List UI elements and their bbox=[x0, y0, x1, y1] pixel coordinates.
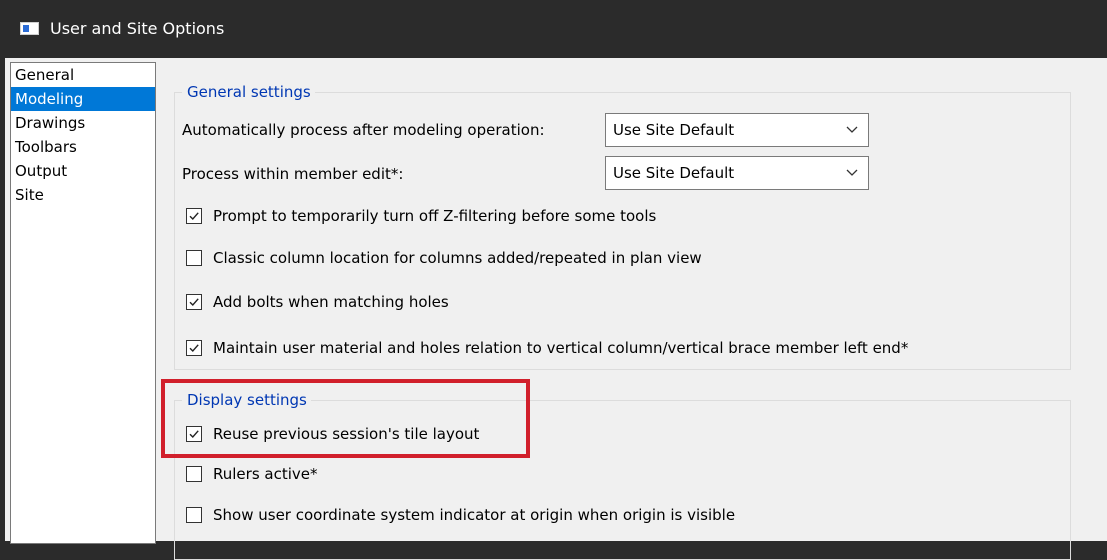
nav-item-site[interactable]: Site bbox=[11, 183, 155, 207]
checkmark-icon bbox=[189, 212, 199, 221]
auto-process-label: Automatically process after modeling ope… bbox=[182, 121, 545, 139]
category-list[interactable]: General Modeling Drawings Toolbars Outpu… bbox=[10, 62, 156, 544]
app-window-icon bbox=[20, 22, 39, 35]
rulers-active-label: Rulers active* bbox=[213, 465, 318, 483]
chevron-down-icon bbox=[846, 169, 858, 176]
nav-item-drawings[interactable]: Drawings bbox=[11, 111, 155, 135]
nav-item-modeling[interactable]: Modeling bbox=[11, 87, 155, 111]
prompt-z-filtering-label: Prompt to temporarily turn off Z-filteri… bbox=[213, 207, 657, 225]
title-bar[interactable]: User and Site Options bbox=[5, 0, 1107, 58]
nav-item-toolbars[interactable]: Toolbars bbox=[11, 135, 155, 159]
add-bolts-label: Add bolts when matching holes bbox=[213, 293, 449, 311]
prompt-z-filtering-checkbox[interactable] bbox=[186, 208, 202, 224]
general-settings-title: General settings bbox=[182, 81, 315, 103]
auto-process-value: Use Site Default bbox=[613, 121, 735, 139]
add-bolts-checkbox[interactable] bbox=[186, 294, 202, 310]
show-ucs-indicator-checkbox[interactable] bbox=[186, 507, 202, 523]
maintain-user-material-label: Maintain user material and holes relatio… bbox=[213, 339, 909, 357]
auto-process-select[interactable]: Use Site Default bbox=[605, 113, 869, 147]
process-within-value: Use Site Default bbox=[613, 164, 735, 182]
process-within-label: Process within member edit*: bbox=[182, 165, 404, 183]
nav-item-output[interactable]: Output bbox=[11, 159, 155, 183]
checkmark-icon bbox=[189, 298, 199, 307]
highlight-annotation-box bbox=[161, 379, 530, 458]
checkmark-icon bbox=[189, 344, 199, 353]
classic-column-checkbox[interactable] bbox=[186, 250, 202, 266]
show-ucs-indicator-label: Show user coordinate system indicator at… bbox=[213, 506, 736, 524]
process-within-select[interactable]: Use Site Default bbox=[605, 156, 869, 190]
rulers-active-checkbox[interactable] bbox=[186, 466, 202, 482]
window-title: User and Site Options bbox=[50, 19, 225, 38]
chevron-down-icon bbox=[846, 126, 858, 133]
classic-column-label: Classic column location for columns adde… bbox=[213, 249, 702, 267]
maintain-user-material-checkbox[interactable] bbox=[186, 340, 202, 356]
nav-item-general[interactable]: General bbox=[11, 63, 155, 87]
